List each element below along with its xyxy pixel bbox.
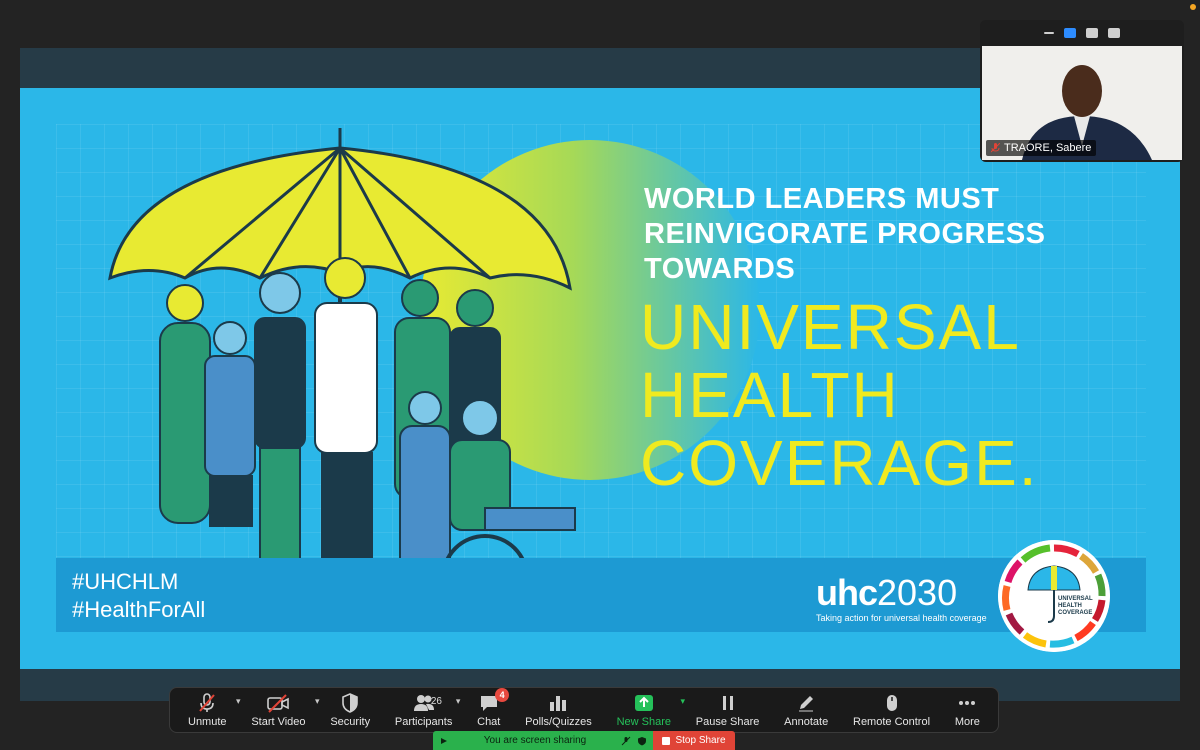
uhc-logo-year: 2030 [877, 572, 958, 613]
annotate-label: Annotate [784, 716, 829, 728]
participant-name: TRAORE, Sabere [1004, 142, 1092, 154]
uhc-tagline: Taking action for universal health cover… [816, 613, 987, 623]
uhc2030-logo: uhc2030 Taking action for universal heal… [816, 572, 987, 624]
remote-control-button[interactable]: Remote Control [849, 688, 934, 732]
emblem-text-3: COVERAGE [1058, 610, 1092, 616]
headline-line-2: REINVIGORATE PROGRESS [644, 218, 1046, 250]
shield-icon[interactable] [637, 736, 647, 746]
participants-button[interactable]: 26 ▾ Participants [391, 688, 460, 732]
gallery-view-icon[interactable] [1108, 28, 1120, 38]
new-share-label: New Share [616, 716, 671, 728]
security-button[interactable]: Security [326, 688, 374, 732]
unmute-options-caret[interactable]: ▾ [236, 696, 241, 707]
polls-quizzes-button[interactable]: Polls/Quizzes [521, 688, 596, 732]
security-label: Security [330, 716, 371, 728]
view-layout-controls [980, 20, 1184, 46]
participants-label: Participants [394, 716, 453, 728]
more-dots-icon [959, 701, 976, 705]
start-video-button[interactable]: ▾ Start Video [247, 688, 320, 732]
hashtag-1: #UHCHLM [72, 569, 179, 594]
video-options-caret[interactable]: ▾ [315, 696, 320, 707]
meeting-toolbar: ▾ Unmute ▾ Start Video Security 26 ▾ Par… [169, 687, 999, 733]
new-share-button[interactable]: ▾ New Share [613, 688, 685, 732]
emblem-text-1: UNIVERSAL [1058, 596, 1093, 602]
remote-control-label: Remote Control [853, 716, 931, 728]
stop-share-button[interactable]: Stop Share [653, 731, 735, 750]
new-share-options-caret[interactable]: ▾ [680, 696, 685, 707]
stop-share-label: Stop Share [675, 735, 726, 746]
uhc-logo-bold: uhc [816, 572, 878, 613]
mouse-icon [886, 695, 897, 711]
more-button[interactable]: More [951, 688, 984, 732]
more-label: More [954, 716, 980, 728]
video-off-icon [267, 694, 290, 713]
minimize-icon[interactable] [1044, 32, 1054, 34]
start-video-label: Start Video [251, 716, 306, 728]
uhc-emblem-logo: UNIVERSAL HEALTH COVERAGE [998, 540, 1110, 652]
participants-options-caret[interactable]: ▾ [456, 696, 461, 707]
share-status-text: You are screen sharing [483, 735, 587, 746]
pause-icon [722, 696, 733, 710]
big-title-line-1: UNIVERSAL [640, 291, 1021, 363]
drag-handle-icon[interactable] [439, 736, 449, 746]
unmute-button[interactable]: ▾ Unmute [184, 688, 241, 732]
emblem-text-2: HEALTH [1058, 603, 1082, 609]
self-view-panel[interactable]: TRAORE, Sabere [980, 20, 1184, 162]
pause-share-label: Pause Share [695, 716, 760, 728]
chat-label: Chat [477, 716, 501, 728]
mic-muted-icon[interactable] [621, 736, 631, 746]
polls-quizzes-label: Polls/Quizzes [525, 716, 592, 728]
stop-square-icon [662, 736, 671, 745]
mic-muted-icon [199, 693, 216, 712]
pause-share-button[interactable]: Pause Share [692, 688, 764, 732]
big-title-line-2: HEALTH [640, 359, 900, 431]
umbrella-people-illustration [108, 128, 576, 608]
participant-count: 26 [430, 696, 442, 707]
bar-chart-icon [550, 696, 567, 711]
headline-line-1: WORLD LEADERS MUST [644, 183, 1000, 215]
screen-share-status-bar: You are screen sharing Stop Share [433, 731, 735, 750]
pencil-icon [799, 696, 814, 712]
share-up-arrow-icon [634, 695, 653, 711]
hashtags: #UHCHLM #HealthForAll [72, 568, 205, 624]
presentation-slide: WORLD LEADERS MUST REINVIGORATE PROGRESS… [20, 88, 1180, 669]
shield-icon [342, 693, 359, 713]
single-view-icon[interactable] [1064, 28, 1076, 38]
chat-unread-badge: 4 [495, 688, 510, 702]
unmute-label: Unmute [188, 716, 227, 728]
stacked-view-icon[interactable] [1086, 28, 1098, 38]
participant-video: TRAORE, Sabere [982, 46, 1182, 160]
slide-headline: WORLD LEADERS MUST REINVIGORATE PROGRESS… [644, 182, 1046, 287]
annotate-button[interactable]: Annotate [780, 688, 832, 732]
chat-button[interactable]: 4 Chat [473, 688, 510, 732]
window-status-dot [1190, 4, 1196, 10]
mic-muted-icon [991, 143, 1000, 153]
participant-name-tag: TRAORE, Sabere [986, 140, 1097, 156]
share-status-area: You are screen sharing [433, 731, 653, 750]
headline-line-3: TOWARDS [644, 253, 796, 285]
slide-big-title: UNIVERSAL HEALTH COVERAGE. [640, 293, 1039, 497]
hashtag-2: #HealthForAll [72, 597, 206, 622]
big-title-line-3: COVERAGE. [640, 427, 1039, 499]
